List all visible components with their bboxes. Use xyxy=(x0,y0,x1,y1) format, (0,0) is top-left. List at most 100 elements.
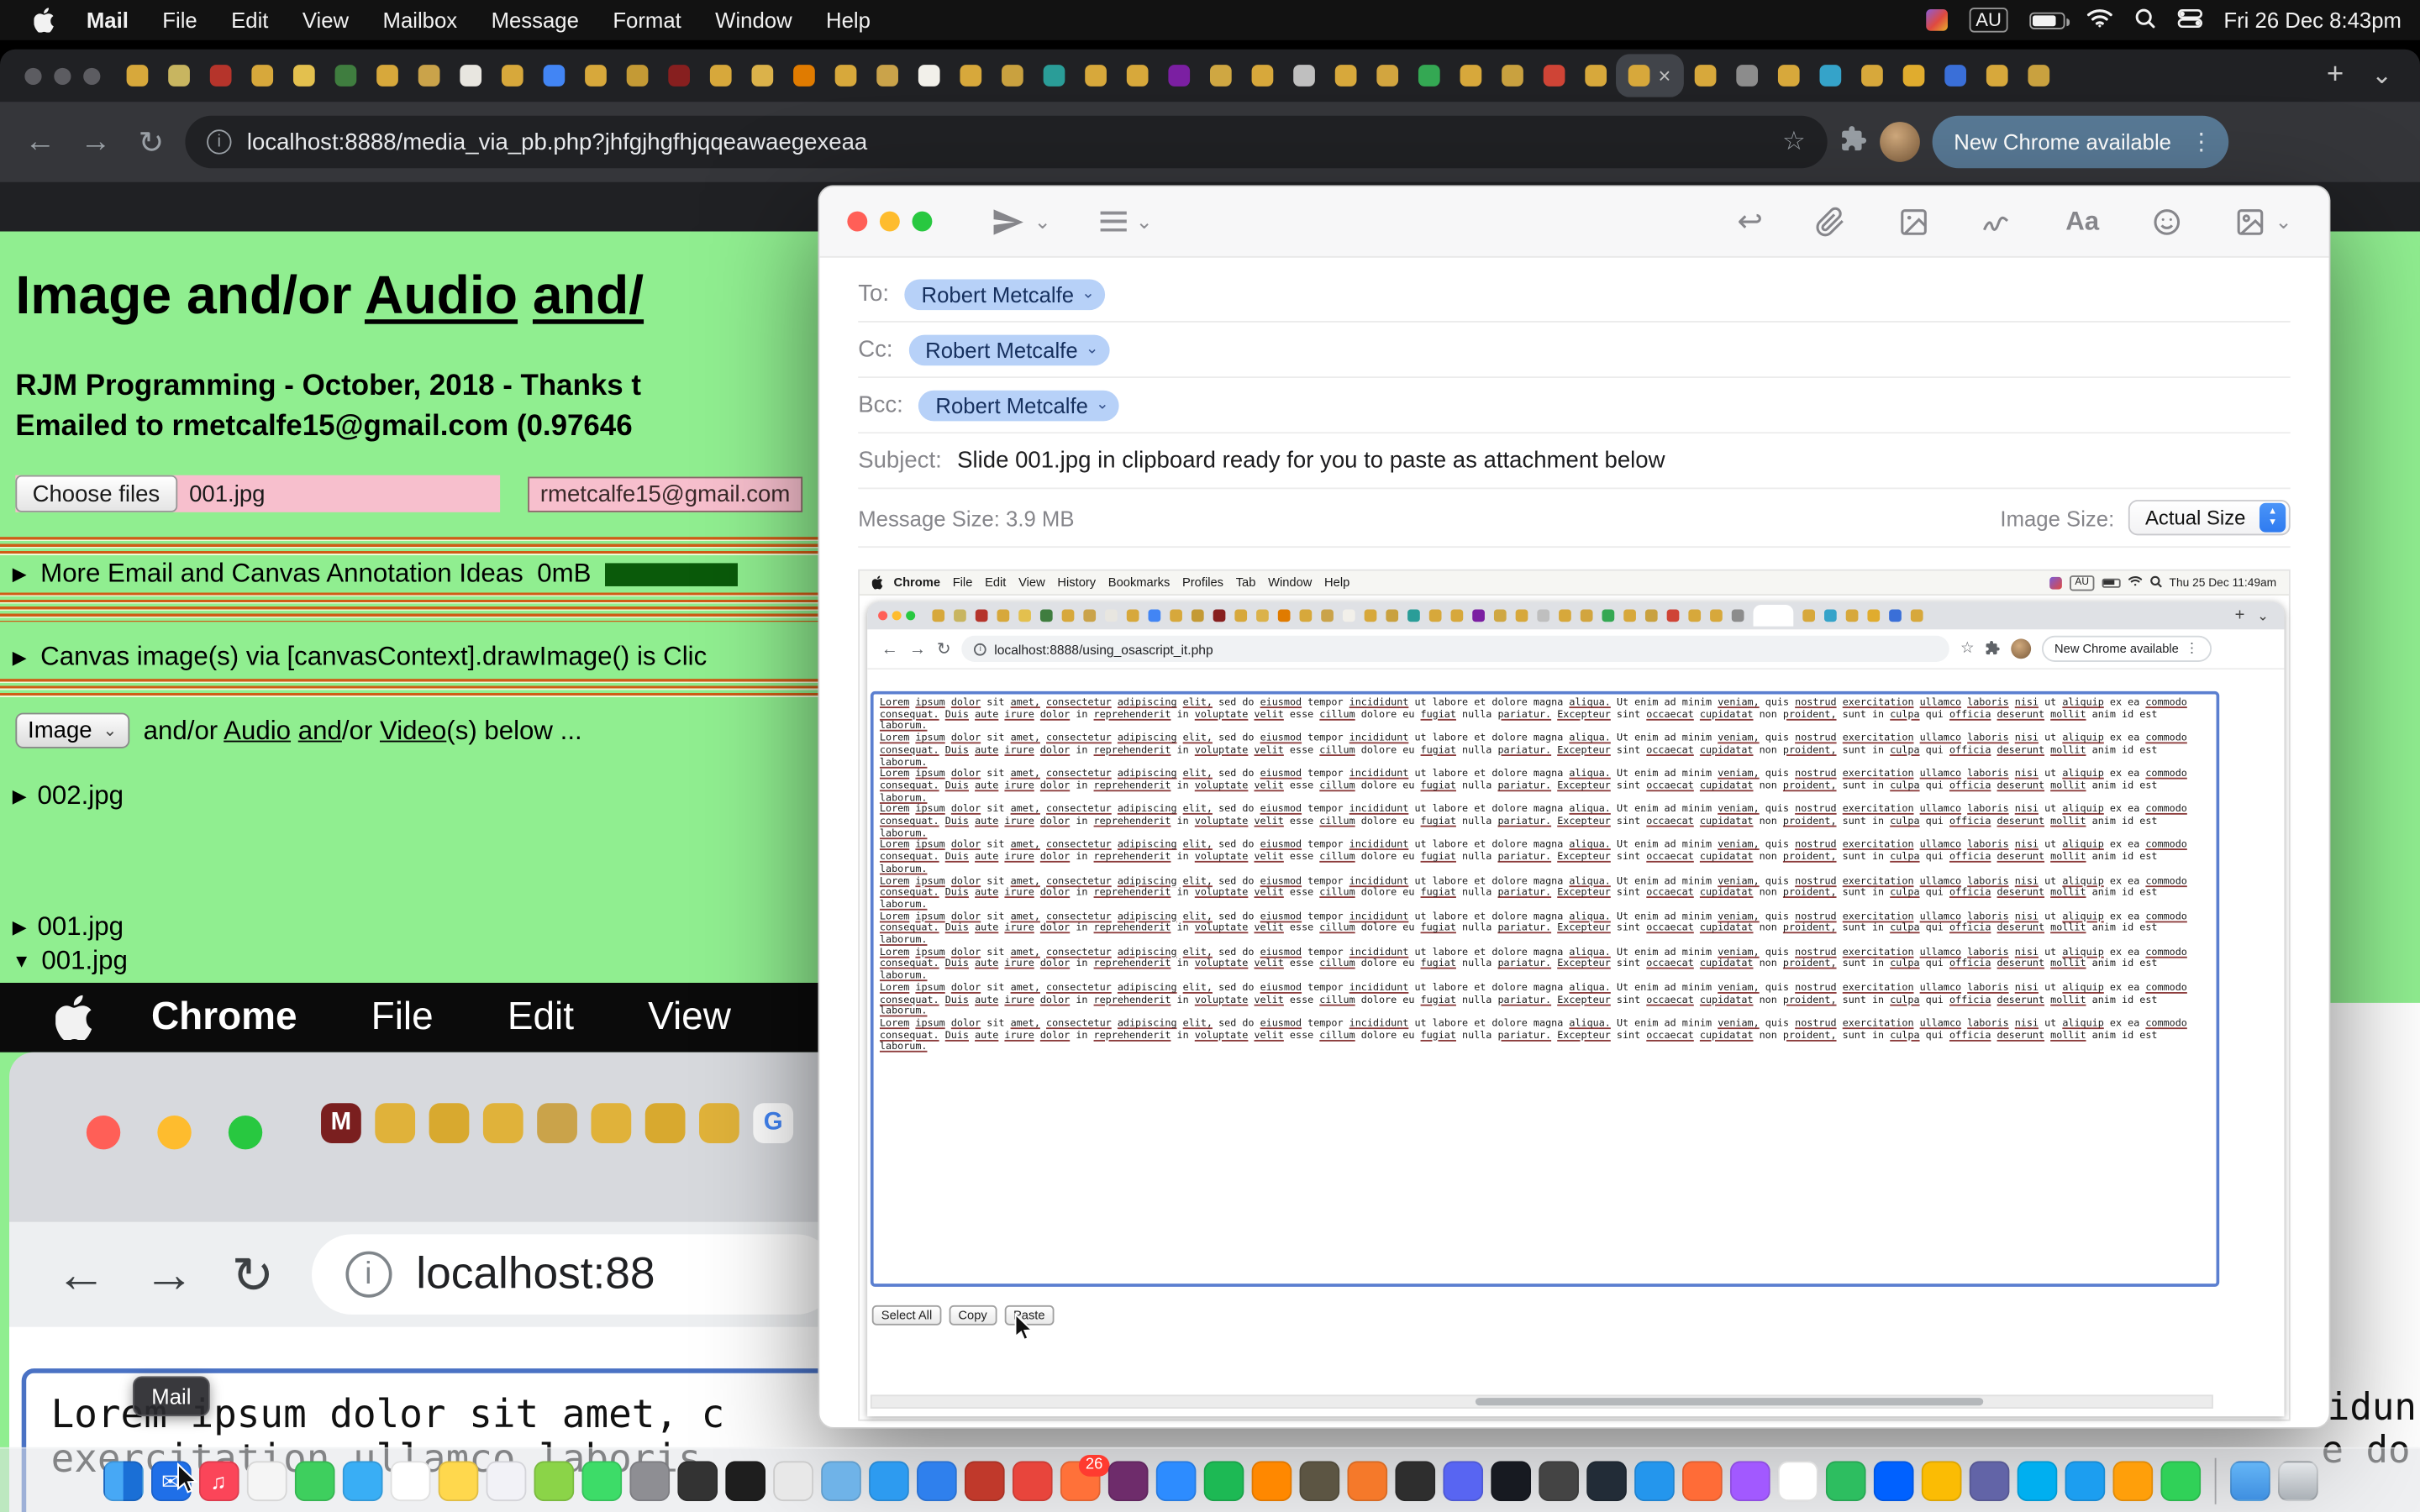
zoom-dock-icon[interactable] xyxy=(1155,1460,1196,1500)
recipient-pill[interactable]: Robert Metcalfe xyxy=(918,390,1119,421)
textedit-dock-icon[interactable] xyxy=(772,1460,813,1500)
apple-menu-icon[interactable] xyxy=(18,8,70,32)
attachment-screenshot[interactable]: Chrome FileEditViewHistoryBookmarksProfi… xyxy=(858,570,2290,1421)
chrome-dock-icon[interactable] xyxy=(1012,1460,1052,1500)
browser-tab[interactable] xyxy=(741,55,783,97)
recipient-chevron-icon[interactable] xyxy=(1096,396,1108,413)
slide-002-row[interactable]: 002.jpg xyxy=(13,780,124,811)
address-bar[interactable]: localhost:8888/media_via_pb.php?jhfgjhgf… xyxy=(185,116,1827,168)
email-field[interactable]: rmetcalfe15@gmail.com xyxy=(528,476,802,512)
scribble-icon[interactable] xyxy=(1982,206,2013,237)
browser-tab[interactable] xyxy=(1033,55,1075,97)
browser-tab[interactable] xyxy=(366,55,408,97)
disclosure-triangle-icon[interactable] xyxy=(13,563,27,585)
vscode-dock-icon[interactable] xyxy=(916,1460,956,1500)
obs-dock-icon[interactable] xyxy=(1394,1460,1434,1500)
browser-tab[interactable] xyxy=(324,55,366,97)
browser-tab[interactable] xyxy=(1366,55,1408,97)
link-text[interactable]: Video xyxy=(380,715,446,744)
menu-edit[interactable]: Edit xyxy=(214,8,286,32)
numbers-dock-icon[interactable] xyxy=(2160,1460,2201,1500)
browser-tab[interactable] xyxy=(1725,55,1767,97)
browser-tab[interactable] xyxy=(449,55,491,97)
header-fields-chevron-icon[interactable] xyxy=(1136,209,1153,234)
drive-dock-icon[interactable] xyxy=(1921,1460,1961,1500)
zoom-button[interactable] xyxy=(83,67,100,84)
filezilla-dock-icon[interactable] xyxy=(964,1460,1004,1500)
emoji-icon[interactable] xyxy=(2152,206,2183,237)
link-text[interactable]: Audio xyxy=(365,265,518,326)
browser-tab[interactable] xyxy=(865,55,908,97)
browser-tab[interactable] xyxy=(491,55,533,97)
browser-tab[interactable] xyxy=(1158,55,1200,97)
lorem-textarea[interactable]: Lorem ipsum dolor sit amet, consectetur … xyxy=(871,691,2219,1287)
input-source-indicator[interactable]: AU xyxy=(1970,8,2007,32)
horizontal-scrollbar[interactable] xyxy=(871,1394,2213,1409)
close-tab-icon[interactable] xyxy=(1658,65,1670,87)
close-button[interactable] xyxy=(847,212,867,232)
mail-titlebar[interactable]: Aa xyxy=(819,186,2328,257)
epic-dock-icon[interactable] xyxy=(1538,1460,1578,1500)
send-options-chevron-icon[interactable] xyxy=(1034,209,1051,234)
steam-dock-icon[interactable] xyxy=(1490,1460,1530,1500)
battery-icon[interactable] xyxy=(2029,12,2065,29)
wifi-icon[interactable] xyxy=(2086,8,2112,32)
photos-dock-icon[interactable] xyxy=(246,1460,287,1500)
choose-files-button[interactable]: Choose files xyxy=(15,475,176,512)
browser-tab[interactable] xyxy=(282,55,324,97)
browser-tab[interactable] xyxy=(1684,55,1726,97)
undo-icon[interactable] xyxy=(1737,202,1763,241)
copy-button[interactable]: Copy xyxy=(949,1305,996,1326)
ideas-row[interactable]: More Email and Canvas Annotation Ideas 0… xyxy=(13,559,738,590)
firefox-dock-icon[interactable]: 26 xyxy=(1060,1460,1100,1500)
link-text[interactable]: and/ xyxy=(533,265,644,326)
menu-help[interactable]: Help xyxy=(809,8,887,32)
browser-tab[interactable] xyxy=(2018,55,2060,97)
subject-field[interactable]: Slide 001.jpg in clipboard ready for you… xyxy=(957,448,1665,474)
browser-tab[interactable] xyxy=(408,55,450,97)
blender-dock-icon[interactable] xyxy=(1347,1460,1387,1500)
recipient-pill[interactable]: Robert Metcalfe xyxy=(908,334,1109,365)
menu-format[interactable]: Format xyxy=(596,8,698,32)
disclosure-triangle-icon[interactable] xyxy=(13,647,27,669)
attach-icon[interactable] xyxy=(1816,206,1847,237)
extensions-icon[interactable] xyxy=(1839,124,1867,160)
browser-tab[interactable] xyxy=(1324,55,1366,97)
teams-dock-icon[interactable] xyxy=(1969,1460,2009,1500)
vlc-dock-icon[interactable] xyxy=(1251,1460,1292,1500)
disclosure-triangle-open-icon[interactable] xyxy=(13,950,31,972)
browser-tab[interactable] xyxy=(1116,55,1158,97)
chrome-update-button[interactable]: New Chrome available xyxy=(1933,116,2228,168)
browser-tab[interactable] xyxy=(1282,55,1324,97)
browser-tab[interactable] xyxy=(1574,55,1616,97)
browser-tab[interactable] xyxy=(1809,55,1851,97)
browser-tab[interactable] xyxy=(1407,55,1449,97)
browser-tab[interactable] xyxy=(157,55,199,97)
browser-tab[interactable] xyxy=(699,55,741,97)
maps-dock-icon[interactable] xyxy=(534,1460,574,1500)
reload-button[interactable] xyxy=(129,123,172,161)
menu-message[interactable]: Message xyxy=(474,8,596,32)
recipient-chevron-icon[interactable] xyxy=(1081,286,1094,302)
docker-dock-icon[interactable] xyxy=(1634,1460,1674,1500)
terminal-dock-icon[interactable] xyxy=(724,1460,765,1500)
browser-tab[interactable] xyxy=(1767,55,1809,97)
browser-tab[interactable] xyxy=(1933,55,1975,97)
browser-tab[interactable] xyxy=(657,55,699,97)
disclosure-triangle-icon[interactable] xyxy=(13,916,27,938)
keynote-dock-icon[interactable] xyxy=(2065,1460,2105,1500)
browser-tab[interactable] xyxy=(533,55,575,97)
minimize-button[interactable] xyxy=(54,67,71,84)
markup-icon[interactable] xyxy=(1899,206,1930,237)
new-tab-button[interactable] xyxy=(2311,59,2359,92)
send-button[interactable] xyxy=(991,204,1024,238)
back-button[interactable] xyxy=(18,124,61,160)
slide-001-row[interactable]: 001.jpg xyxy=(13,912,124,943)
preview-app-dock-icon[interactable] xyxy=(820,1460,860,1500)
browser-tab[interactable] xyxy=(782,55,824,97)
profile-avatar[interactable] xyxy=(1880,122,1920,162)
recipient-chevron-icon[interactable] xyxy=(1086,341,1098,358)
pages-dock-icon[interactable] xyxy=(2112,1460,2153,1500)
menu-view[interactable]: View xyxy=(286,8,366,32)
spotlight-icon[interactable] xyxy=(2134,7,2156,33)
